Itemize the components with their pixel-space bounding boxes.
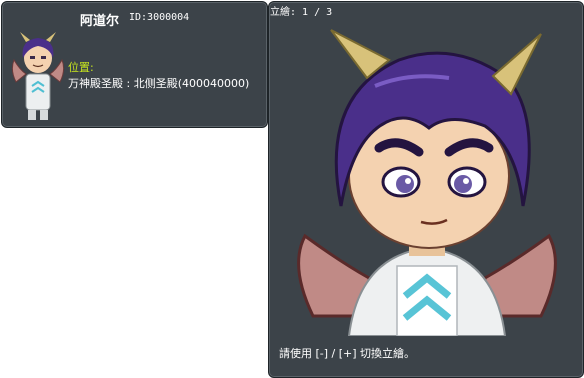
- npc-name: 阿道尔: [80, 14, 120, 29]
- npc-id: ID:3000004: [129, 12, 190, 23]
- location-value: 万神殿圣殿 : 北侧圣殿(400040000): [68, 77, 250, 90]
- portrait-panel: 立繪: 1 / 3 請使用 [-] / [+] 切換立繪。: [268, 1, 584, 378]
- npc-portrait-art: [297, 29, 557, 336]
- location-label: 位置:: [68, 61, 94, 74]
- npc-mini-avatar: [11, 32, 65, 120]
- portrait-switch-hint: 請使用 [-] / [+] 切換立繪。: [279, 347, 416, 360]
- npc-info-panel: 阿道尔 ID:3000004 位置: 万神殿圣殿 : 北侧圣殿(40004000…: [1, 1, 268, 128]
